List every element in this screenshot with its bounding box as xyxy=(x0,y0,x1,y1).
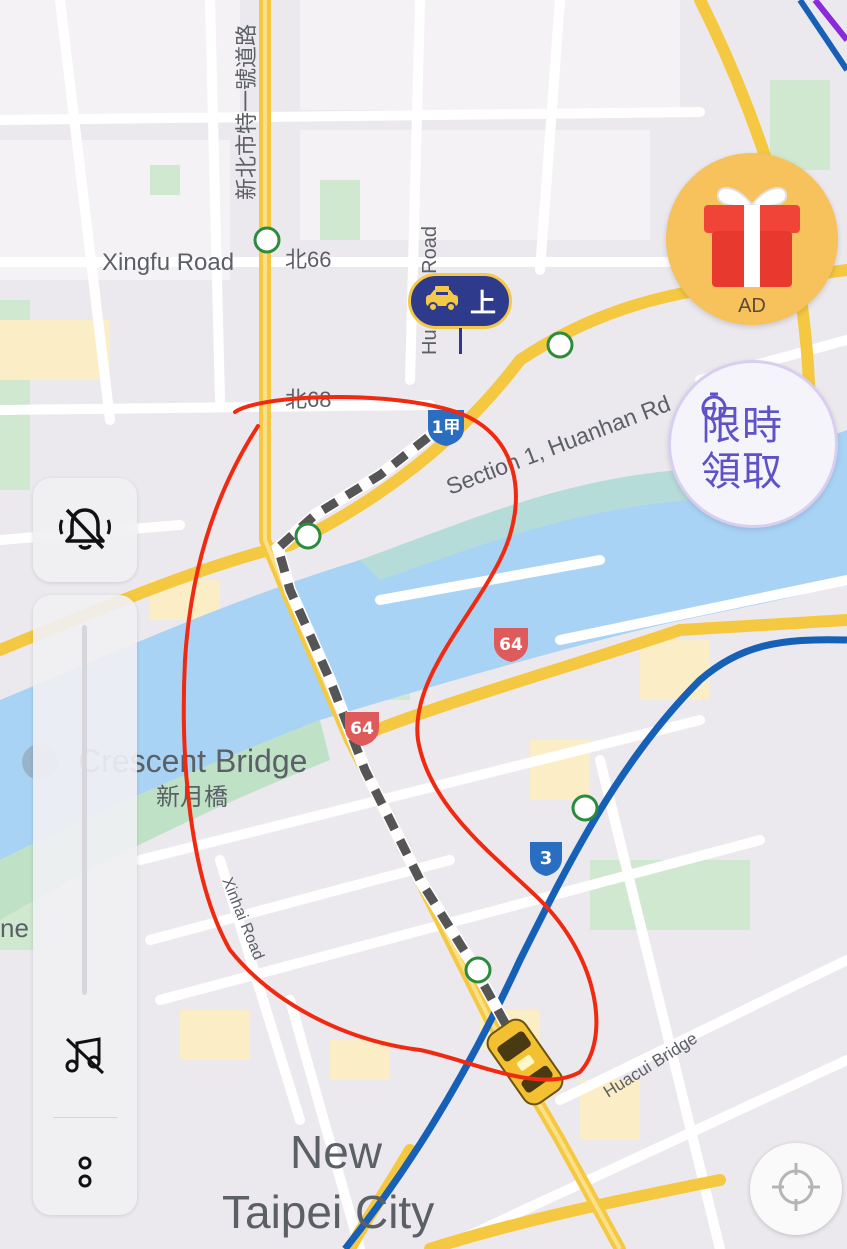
crosshair-icon xyxy=(768,1159,824,1220)
locate-me-button[interactable] xyxy=(750,1143,842,1235)
side-control-panel xyxy=(33,595,137,1215)
music-off-icon xyxy=(63,1035,107,1080)
gift-ad-label: AD xyxy=(738,295,766,317)
place-label-crescent-bridge-zh: 新月橋 xyxy=(156,784,228,811)
svg-text:3: 3 xyxy=(540,848,553,869)
more-options-button[interactable] xyxy=(71,1150,99,1200)
side-panel-divider xyxy=(53,1117,117,1118)
pickup-marker-stem xyxy=(459,328,462,354)
city-label-line2: Taipei City xyxy=(222,1186,434,1238)
road-label-xingfu: Xingfu Road xyxy=(102,249,234,276)
svg-text:64: 64 xyxy=(350,719,374,739)
volume-slider-track[interactable] xyxy=(82,625,87,995)
svg-text:1甲: 1甲 xyxy=(432,418,461,438)
road-label-special: 新北市特一號道路 xyxy=(234,24,259,200)
taxi-icon xyxy=(424,285,460,318)
bus-label-66: 北66 xyxy=(285,247,331,272)
limited-time-claim-button[interactable]: 限時 領取 xyxy=(668,360,838,528)
place-label-edge: ne xyxy=(0,913,29,943)
limited-time-label: 限時 領取 xyxy=(701,403,783,495)
music-toggle-button[interactable] xyxy=(61,1035,109,1079)
notification-toggle-button[interactable] xyxy=(33,478,137,582)
gift-icon xyxy=(694,177,810,294)
gift-ad-button[interactable]: AD xyxy=(666,153,838,325)
svg-text:64: 64 xyxy=(499,635,523,655)
pickup-label: 上 xyxy=(469,288,496,319)
city-label-line1: New xyxy=(290,1126,383,1178)
bell-off-icon xyxy=(57,504,113,557)
more-vertical-icon xyxy=(75,1153,95,1198)
pickup-marker[interactable]: 上 xyxy=(408,273,512,329)
